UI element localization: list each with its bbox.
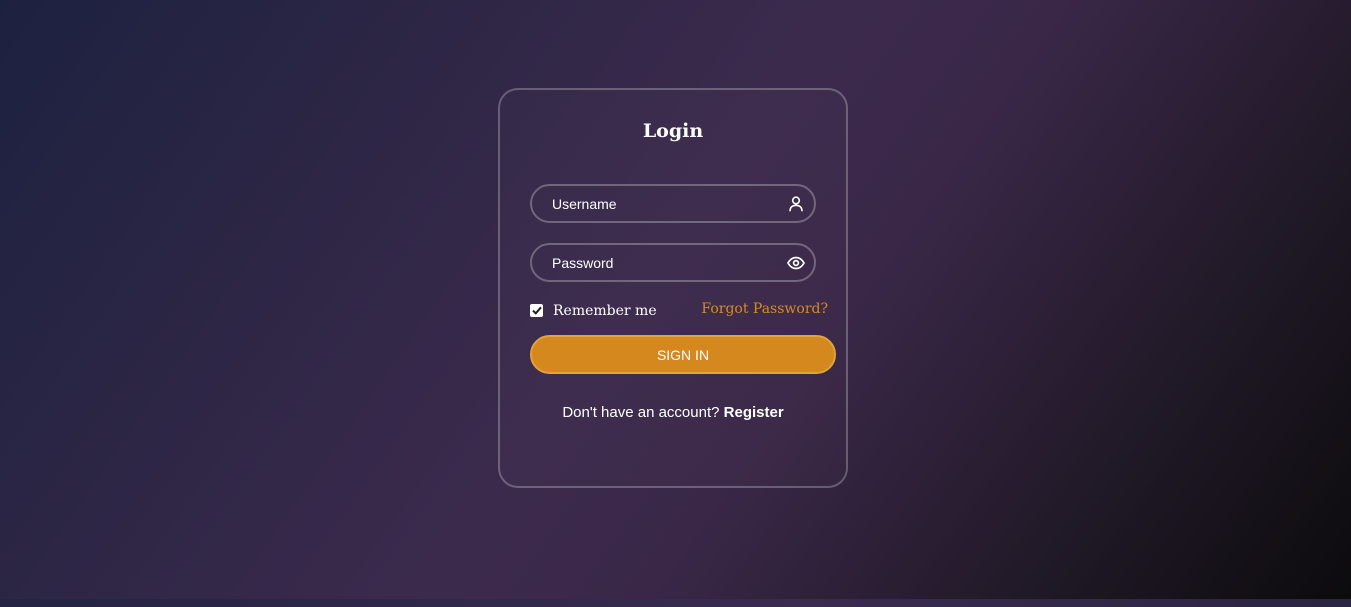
login-title: Login — [642, 120, 704, 142]
register-line: Don't have an account? Register — [500, 404, 846, 421]
user-icon — [787, 195, 805, 213]
remember-checkbox[interactable] — [530, 303, 543, 317]
username-field — [530, 184, 816, 223]
register-prompt: Don't have an account? — [562, 404, 720, 421]
sign-in-button[interactable]: SIGN IN — [530, 335, 836, 374]
check-icon — [531, 306, 542, 315]
username-input[interactable] — [532, 186, 814, 221]
register-link[interactable]: Register — [724, 404, 784, 421]
eye-icon[interactable] — [787, 254, 805, 272]
password-field — [530, 243, 816, 282]
remember-label: Remember me — [553, 303, 657, 319]
remember-me[interactable]: Remember me — [530, 302, 657, 319]
options-row: Remember me Forgot Password? — [530, 300, 828, 322]
forgot-password-link[interactable]: Forgot Password? — [701, 301, 828, 317]
bottom-strip — [0, 599, 1351, 607]
password-input[interactable] — [532, 245, 814, 280]
login-card: Login Remember me Forgot — [498, 88, 848, 488]
